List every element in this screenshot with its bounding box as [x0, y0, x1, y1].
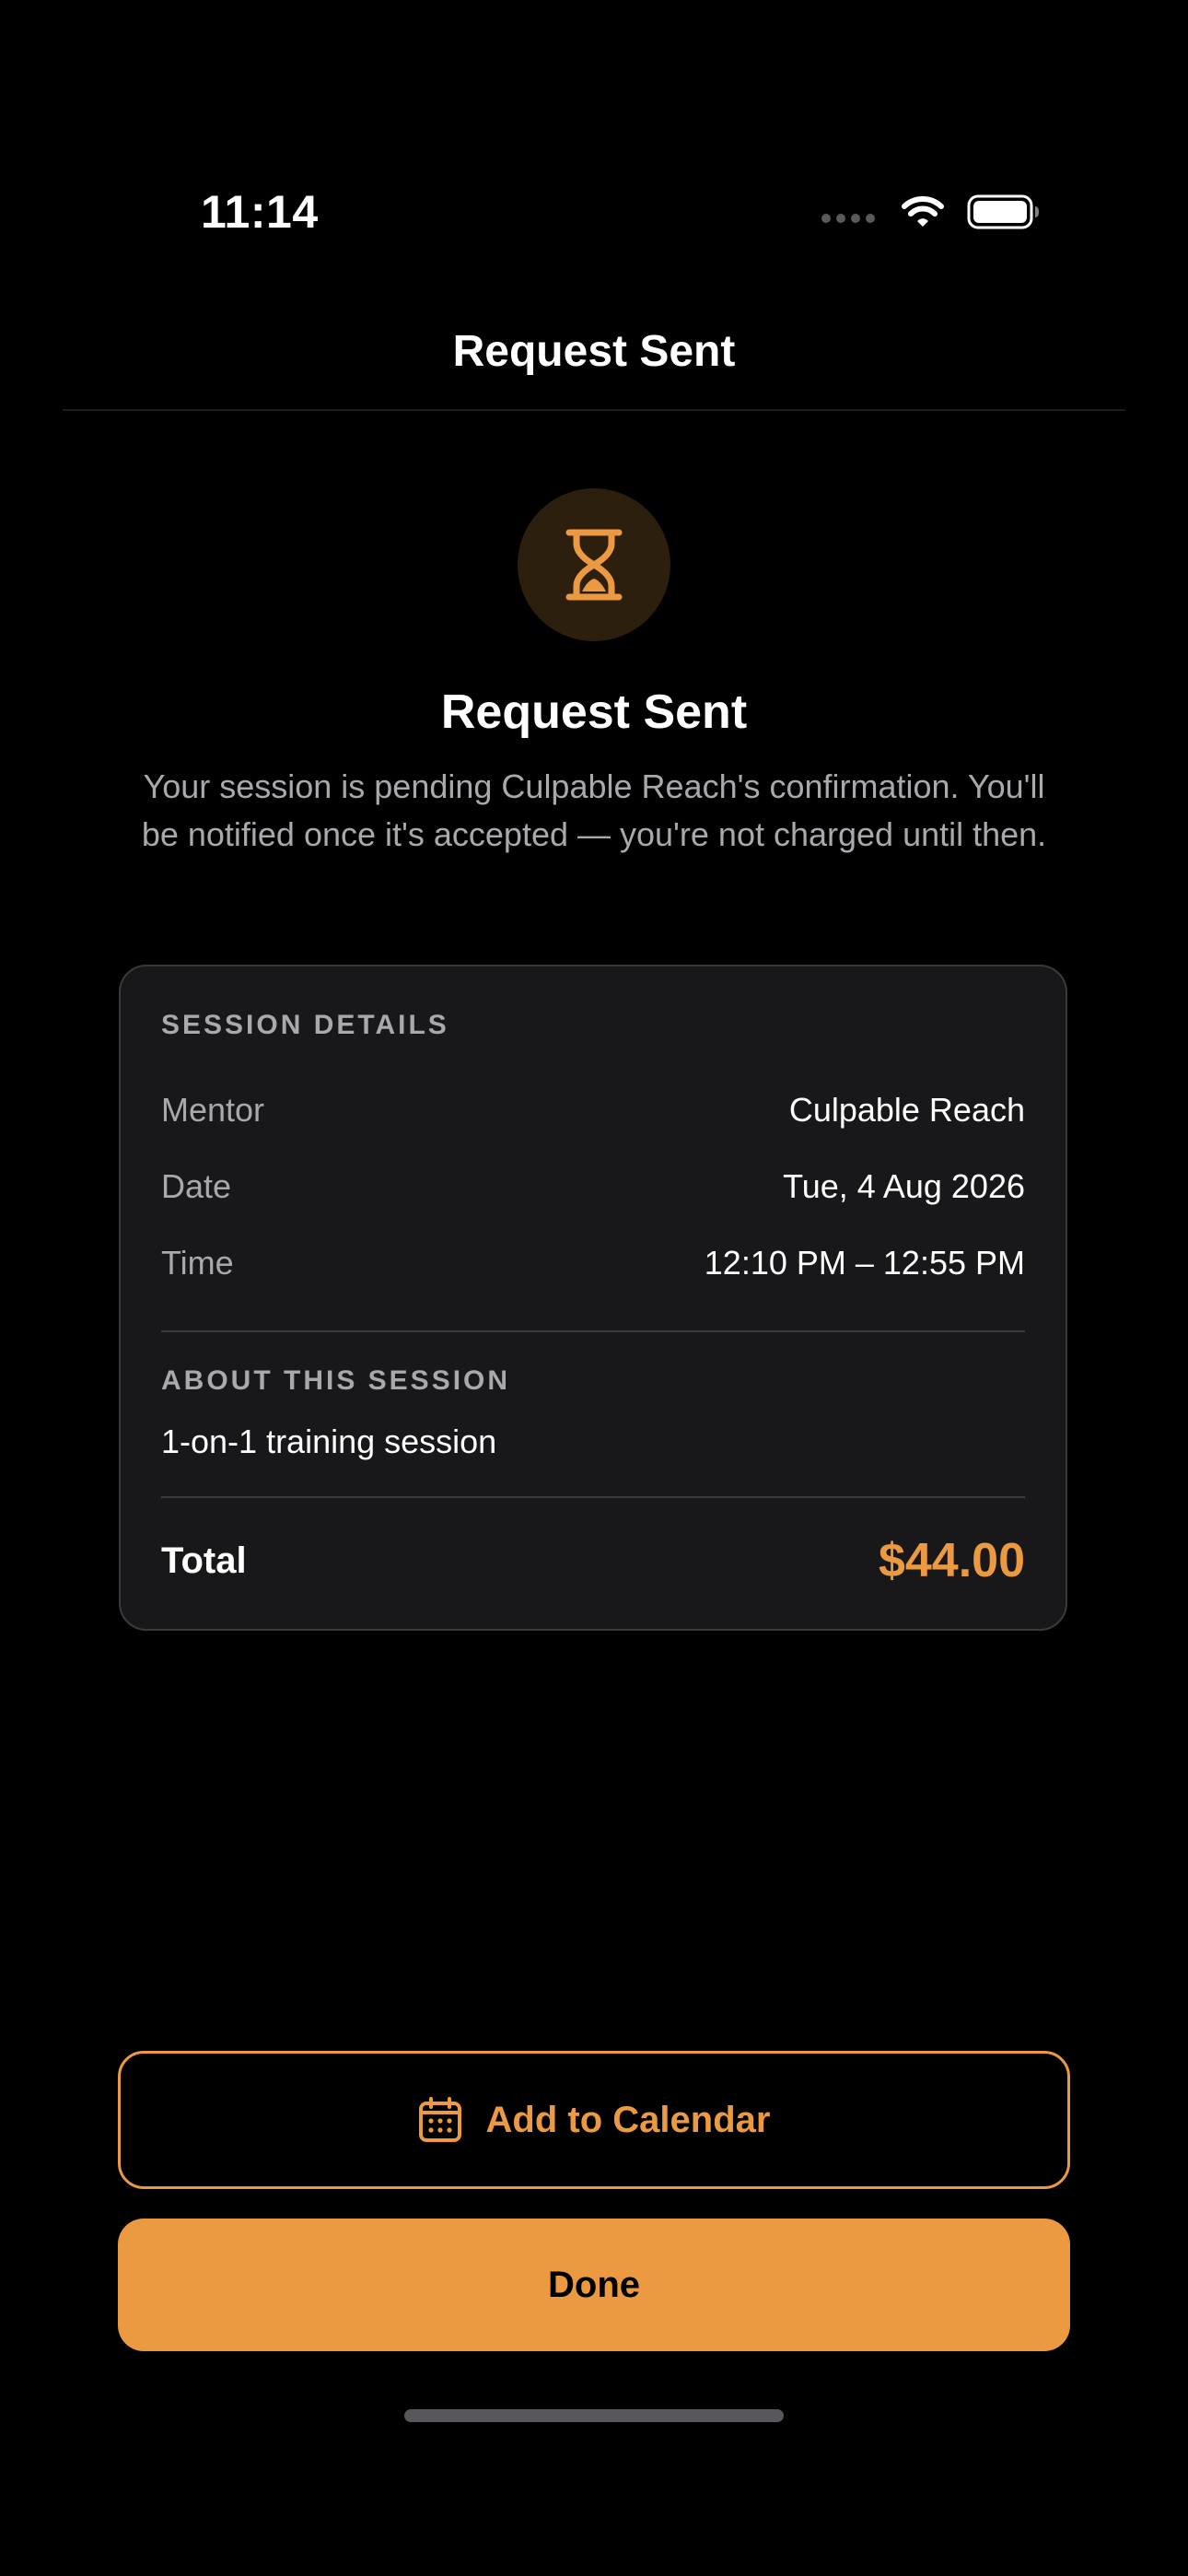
status-bar-icons: [821, 190, 1041, 234]
detail-value: Tue, 4 Aug 2026: [783, 1167, 1025, 1205]
detail-label: Date: [161, 1167, 232, 1205]
session-details-label: SESSION DETAILS: [161, 1010, 449, 1040]
card-divider: [161, 1496, 1025, 1498]
pending-status-badge: [518, 488, 670, 641]
detail-row-mentor: Mentor Culpable Reach: [161, 1086, 1025, 1134]
calendar-icon: [418, 2097, 461, 2142]
nav-title: Request Sent: [452, 327, 736, 376]
nav-divider: [63, 409, 1125, 411]
wifi-icon: [902, 196, 944, 227]
add-to-calendar-label: Add to Calendar: [485, 2099, 771, 2140]
cellular-dots-icon: [821, 214, 875, 223]
confirmation-message: Your session is pending Culpable Reach's…: [141, 767, 1047, 853]
done-button[interactable]: Done: [118, 2219, 1070, 2351]
detail-value: 12:10 PM – 12:55 PM: [704, 1244, 1025, 1282]
home-indicator[interactable]: [404, 2409, 784, 2422]
detail-row-time: Time 12:10 PM – 12:55 PM: [161, 1239, 1025, 1287]
status-bar-time: 11:14: [201, 186, 319, 238]
total-price: $44.00: [878, 1534, 1025, 1587]
detail-label: Mentor: [161, 1091, 265, 1129]
detail-value: Culpable Reach: [788, 1091, 1025, 1129]
about-session-text: 1-on-1 training session: [161, 1423, 497, 1460]
total-row: Total $44.00: [161, 1528, 1025, 1593]
session-details-card: SESSION DETAILS Mentor Culpable Reach Da…: [119, 965, 1067, 1631]
add-to-calendar-button[interactable]: Add to Calendar: [118, 2051, 1070, 2189]
detail-label: Time: [161, 1244, 234, 1282]
hourglass-icon: [565, 529, 623, 601]
detail-row-date: Date Tue, 4 Aug 2026: [161, 1163, 1025, 1211]
about-session-label: ABOUT THIS SESSION: [161, 1365, 511, 1396]
total-label: Total: [161, 1540, 247, 1581]
card-divider: [161, 1330, 1025, 1332]
battery-icon: [967, 194, 1039, 229]
confirmation-headline: Request Sent: [440, 685, 748, 739]
